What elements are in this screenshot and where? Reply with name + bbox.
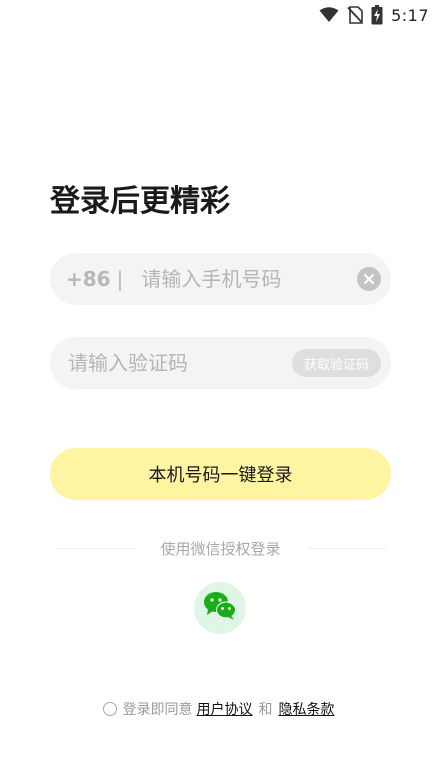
phone-field: +86 | bbox=[50, 253, 391, 305]
wechat-login-button[interactable] bbox=[194, 582, 246, 634]
agreement-and: 和 bbox=[258, 702, 273, 718]
wechat-icon bbox=[203, 591, 237, 625]
wechat-login-label: 使用微信授权登录 bbox=[160, 539, 281, 558]
divider-line-right bbox=[306, 547, 387, 549]
get-code-button[interactable]: 获取验证码 bbox=[291, 349, 381, 377]
battery-charging-icon bbox=[371, 5, 383, 25]
agreement-radio[interactable] bbox=[102, 702, 117, 716]
no-sim-icon bbox=[347, 6, 363, 24]
verification-code-input[interactable] bbox=[68, 351, 292, 375]
status-bar: 5:17 bbox=[0, 0, 441, 30]
agreement-row: 登录即同意 用户协议 和 隐私条款 bbox=[0, 698, 441, 720]
divider-line-left bbox=[55, 547, 135, 549]
page-title: 登录后更精彩 bbox=[50, 184, 230, 219]
user-agreement-link[interactable]: 用户协议 bbox=[197, 699, 253, 719]
wifi-icon bbox=[319, 7, 339, 23]
verification-code-field: 获取验证码 bbox=[50, 337, 391, 389]
wechat-login-divider: 使用微信授权登录 bbox=[55, 538, 387, 558]
country-code-separator: | bbox=[116, 267, 124, 291]
clear-phone-button[interactable] bbox=[357, 267, 381, 291]
one-click-login-button[interactable]: 本机号码一键登录 bbox=[50, 448, 391, 500]
privacy-policy-link[interactable]: 隐私条款 bbox=[279, 699, 335, 719]
status-time: 5:17 bbox=[391, 5, 429, 25]
phone-input[interactable] bbox=[141, 267, 357, 291]
country-code[interactable]: +86 bbox=[66, 267, 111, 291]
clear-icon bbox=[363, 270, 375, 289]
agreement-prefix: 登录即同意 bbox=[122, 702, 193, 718]
